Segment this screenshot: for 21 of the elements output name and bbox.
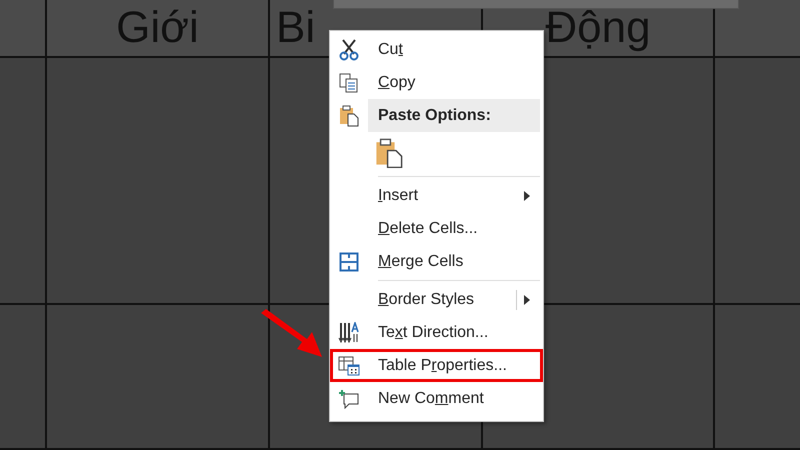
menu-item[interactable]: Table Properties... [368,349,543,382]
comment-icon [338,388,360,408]
menu-item[interactable]: New Comment [368,382,543,415]
menu-item[interactable]: Insert [368,179,543,212]
menu-item[interactable]: Copy [368,66,543,99]
menu-item[interactable]: Merge Cells [368,245,543,278]
table-cell [0,0,47,58]
menu-item[interactable]: Delete Cells... [368,212,543,245]
scissors-icon [339,38,359,60]
copy-icon [339,72,359,92]
submenu-arrow-icon [523,190,531,200]
clipboard-icon [339,104,359,126]
menu-item[interactable]: Border Styles [368,283,543,316]
column-heading: Giới [47,0,270,58]
submenu-arrow-icon [523,294,531,304]
table-grid-icon [339,252,359,272]
paste-icon-drawing [375,138,403,168]
table-properties-icon [338,356,360,376]
text-direction-icon [338,322,360,344]
menu-item[interactable]: Text Direction... [368,316,543,349]
paste-options-heading: Paste Options: [368,99,540,132]
